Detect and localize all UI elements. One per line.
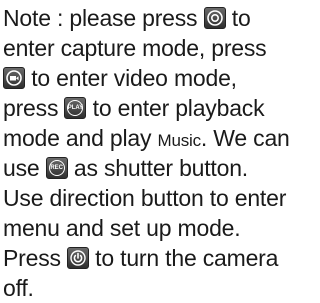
note-line-5: mode and play Music. We can bbox=[3, 125, 290, 151]
camera-capture-icon bbox=[203, 7, 226, 29]
video-mode-icon bbox=[3, 67, 25, 89]
note-line-10: off. bbox=[3, 275, 34, 301]
play-icon: PLAY bbox=[64, 97, 87, 119]
note-line-9: Press to turn the camera bbox=[3, 245, 279, 271]
note-line-3: to enter video mode, bbox=[3, 63, 297, 93]
note-line-6: use REC as shutter button. bbox=[3, 155, 248, 181]
note-line-1: Note : please press to bbox=[3, 5, 251, 31]
note-line-4: press PLAY to enter playback bbox=[3, 95, 265, 121]
note-line-2: enter capture mode, press bbox=[3, 35, 267, 61]
rec-icon: REC bbox=[45, 157, 68, 179]
instruction-note: Note : please press to enter capture mod… bbox=[3, 3, 297, 303]
note-line-7: Use direction button to enter bbox=[3, 185, 287, 211]
note-line-8: menu and set up mode. bbox=[3, 215, 241, 241]
power-icon bbox=[66, 247, 89, 269]
